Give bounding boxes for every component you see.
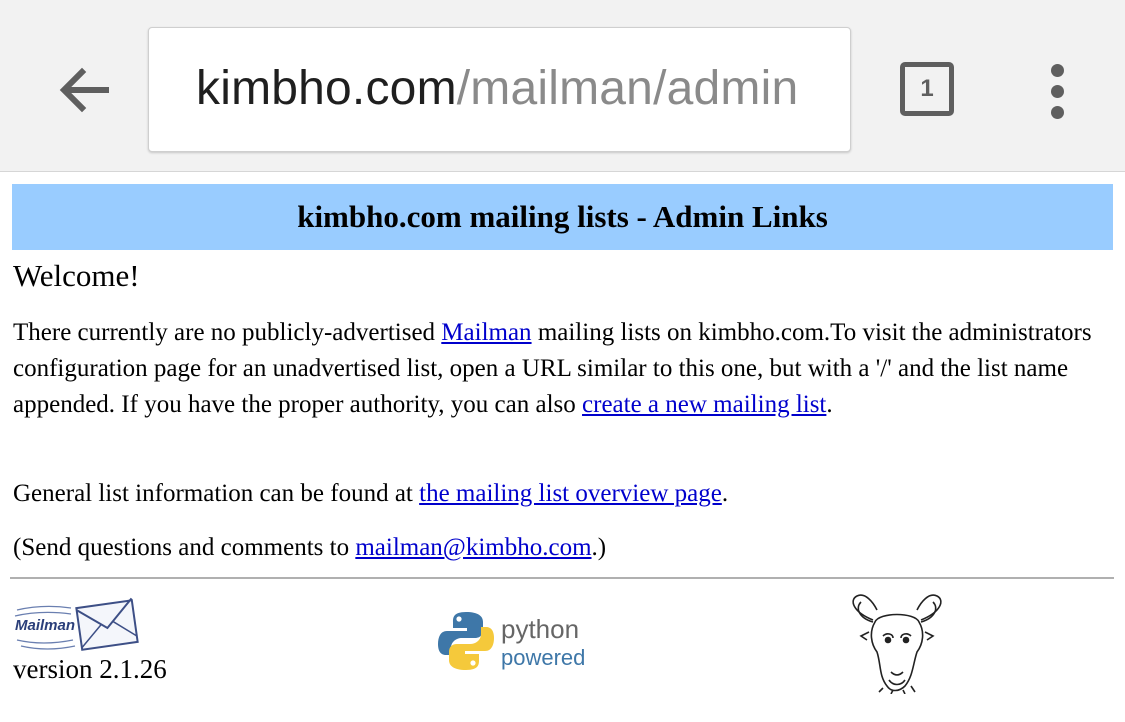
tab-switcher-icon[interactable]: 1 <box>900 62 954 116</box>
url-text[interactable]: kimbho.com/mailman/admin <box>196 58 836 120</box>
contact-text-end: .) <box>591 534 607 561</box>
intro-paragraph: There currently are no publicly-advertis… <box>13 315 1103 423</box>
create-list-link[interactable]: create a new mailing list <box>582 391 826 418</box>
footer-divider <box>10 577 1114 579</box>
python-logo-text: python <box>501 614 579 644</box>
mailman-logo-text: Mailman <box>15 617 75 634</box>
mailman-link[interactable]: Mailman <box>441 319 531 346</box>
version-text: version 2.1.26 <box>13 654 167 684</box>
intro-text-1: There currently are no publicly-advertis… <box>13 319 442 346</box>
email-link[interactable]: mailman@kimbho.com <box>355 534 591 561</box>
powered-logo-text: powered <box>501 645 585 670</box>
browser-toolbar: kimbho.com/mailman/admin 1 <box>0 0 1125 172</box>
intro-text-3: . <box>826 391 833 418</box>
tab-count: 1 <box>920 75 934 102</box>
overflow-menu-icon[interactable] <box>1040 60 1076 122</box>
url-path: /mailman/admin <box>456 62 799 115</box>
overview-text: General list information can be found at <box>13 480 420 507</box>
back-arrow-icon[interactable] <box>52 58 116 122</box>
gnu-head-logo[interactable] <box>843 592 951 695</box>
contact-text: (Send questions and comments to <box>13 534 356 561</box>
address-bar[interactable]: kimbho.com/mailman/admin <box>148 27 851 152</box>
overview-paragraph: General list information can be found at… <box>13 476 1103 512</box>
page-title: kimbho.com mailing lists - Admin Links <box>297 199 828 234</box>
page-banner: kimbho.com mailing lists - Admin Links <box>12 184 1113 250</box>
mailman-logo[interactable]: Mailman <box>13 596 139 656</box>
overview-text-end: . <box>721 480 729 507</box>
contact-paragraph: (Send questions and comments to mailman@… <box>13 530 1103 566</box>
url-host: kimbho.com <box>196 62 457 115</box>
overview-link[interactable]: the mailing list overview page <box>419 480 722 507</box>
python-powered-logo[interactable]: python powered <box>437 610 597 672</box>
welcome-heading: Welcome! <box>13 258 140 293</box>
